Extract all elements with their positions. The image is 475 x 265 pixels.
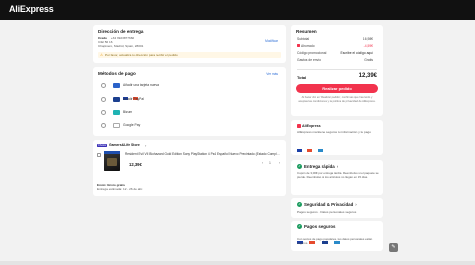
order-summary-card: Resumen Subtotal 16,98€ Ahorrado -4,59€ …	[291, 25, 383, 116]
total-label: Total	[297, 75, 307, 80]
chevron-right-icon: ›	[336, 164, 339, 169]
fast-delivery-card: ✓ Entrega rápida › Cupón de 3,00€ por entr…	[291, 160, 383, 195]
payment-method-label: Google Pay	[123, 123, 141, 127]
cover-art	[107, 158, 117, 166]
payment-title: Métodos de pago	[98, 71, 136, 76]
security-title-text: Seguridad & Privacidad	[304, 202, 354, 207]
payment-method-google-pay[interactable]: Google Pay	[99, 121, 279, 130]
secure-payments-title: ✓ Pagos seguros	[297, 224, 336, 230]
summary-title: Resumen	[296, 29, 317, 34]
product-title[interactable]: Resident Evil VII Biohazard Gold Edition…	[125, 152, 281, 156]
shield-icon: ✓	[297, 202, 302, 208]
payment-logos	[297, 139, 377, 152]
card-icon	[113, 83, 120, 88]
shipping-title: Dirección de entrega	[98, 29, 144, 34]
increase-qty-button[interactable]: ›	[279, 161, 280, 165]
ps4-box-stripe	[104, 151, 120, 154]
store-header[interactable]: Choice Gamers&Life Store ›	[97, 143, 217, 149]
payments-title-text: Pagos seguros	[304, 224, 336, 229]
brand-label: AliExpress	[297, 124, 321, 129]
promo-code-input[interactable]: Escribe el código aquí	[341, 51, 373, 55]
summary-row-subtotal: Subtotal 16,98€	[297, 37, 373, 41]
security-text: Pagos seguros · Datos personales seguros	[297, 210, 357, 214]
summary-row-shipping: Gastos de envío Gratis	[297, 58, 373, 62]
delivery-title-text: Entrega rápida	[304, 164, 335, 169]
bottom-bar	[0, 261, 475, 265]
edit-floating-button[interactable]: ✎	[389, 243, 398, 252]
payment-method-label: Bizum	[123, 110, 133, 114]
decrease-qty-button[interactable]: ‹	[262, 161, 263, 165]
change-address-link[interactable]: Modificar	[265, 39, 278, 43]
quantity-value: 1	[269, 161, 271, 166]
card-brand-icons	[123, 87, 143, 100]
see-all-payments-link[interactable]: Ver más	[266, 72, 278, 76]
visa-icon	[297, 149, 302, 152]
payment-method-label: Añadir PayPal	[123, 97, 144, 101]
summary-label: Gastos de envío	[297, 58, 322, 62]
radio-button[interactable]	[101, 97, 106, 102]
summary-label: Ahorrado	[301, 44, 315, 48]
warning-text: Por favor, actualiza tu dirección para r…	[105, 52, 178, 57]
product-image[interactable]	[104, 151, 120, 171]
trust-card: AliExpress AliExpress mantiene seguros t…	[291, 120, 383, 155]
order-items-card: Choice Gamers&Life Store › Resident Evil…	[93, 140, 286, 196]
shipping-city-line: Chapinero, Madrid, Spain, 28001	[98, 44, 144, 48]
item-checkbox[interactable]	[97, 153, 101, 157]
payment-methods-card: Métodos de pago Ver más Añadir una tarje…	[93, 67, 286, 136]
store-chevron-icon: ›	[145, 142, 147, 148]
summary-value: Gratis	[364, 58, 373, 62]
delivery-date: Entrega estimada: 12 - 26 de abr.	[97, 187, 143, 191]
product-price: 12,39€	[129, 162, 142, 167]
fast-delivery-text: Cupón de 3,00€ por entrega tardía. Reemb…	[297, 171, 379, 179]
summary-divider	[297, 69, 377, 70]
savings-icon	[297, 44, 300, 47]
google-pay-icon	[113, 123, 120, 128]
summary-row-savings: Ahorrado -4,59€	[297, 44, 373, 48]
brand-text: AliExpress mantiene seguros tu informaci…	[297, 130, 371, 134]
recipient-phone: +34 3923877660	[110, 36, 135, 40]
choice-badge: Choice	[97, 143, 108, 148]
quantity-stepper[interactable]: ‹ 1 ›	[262, 161, 280, 166]
aliexpress-icon	[297, 124, 301, 129]
total-value: 12,39€	[358, 73, 377, 79]
address-warning: ⚠ Por favor, actualiza tu dirección para…	[98, 52, 281, 58]
payment-method-paypal[interactable]: Añadir PayPal	[99, 95, 279, 104]
place-order-button[interactable]: Realizar pedido	[296, 84, 378, 93]
warning-icon: ⚠	[100, 53, 104, 57]
amex-icon	[317, 149, 323, 152]
edit-icon: ✎	[391, 244, 396, 250]
payment-method-card[interactable]: Añadir una tarjeta nueva	[99, 81, 279, 100]
security-card: ✓ Seguridad & Privacidad › Pagos seguros ·…	[291, 198, 383, 218]
top-bar: AliExpress	[0, 0, 475, 20]
secure-payment-logos	[297, 231, 377, 244]
summary-label: Subtotal	[297, 37, 310, 41]
chevron-right-icon: ›	[355, 202, 357, 207]
security-title[interactable]: ✓ Seguridad & Privacidad ›	[297, 202, 357, 208]
mastercard-icon	[307, 149, 313, 152]
secure-payments-card: ✓ Pagos seguros Con socios de pago popula…	[291, 221, 383, 251]
store-name: Gamers&Life Store	[109, 143, 140, 148]
radio-button[interactable]	[101, 123, 106, 128]
bizum-icon	[113, 110, 120, 115]
payment-method-bizum[interactable]: Bizum	[99, 108, 279, 117]
radio-button[interactable]	[101, 83, 106, 88]
summary-row-promo[interactable]: Código promocional Escribe el código aqu…	[297, 51, 373, 55]
secure-payments-text: Con socios de pago populares, tus datos …	[297, 237, 373, 245]
summary-value: -4,59€	[363, 44, 373, 48]
aliexpress-logo[interactable]: AliExpress	[9, 4, 54, 14]
fast-delivery-title[interactable]: ✓ Entrega rápida ›	[297, 164, 339, 170]
paypal-icon	[113, 97, 120, 102]
lock-icon: ✓	[297, 224, 302, 230]
shipping-address-card: Dirección de entrega Credo +34 392387766…	[93, 25, 286, 63]
summary-value: 16,98€	[362, 37, 373, 41]
summary-label: Código promocional	[297, 51, 327, 55]
brand-name: AliExpress	[302, 124, 321, 128]
truck-icon: ✓	[297, 164, 302, 170]
terms-text: Al hacer clic en 'Realizar pedido', conf…	[298, 96, 376, 103]
radio-button[interactable]	[101, 110, 106, 115]
